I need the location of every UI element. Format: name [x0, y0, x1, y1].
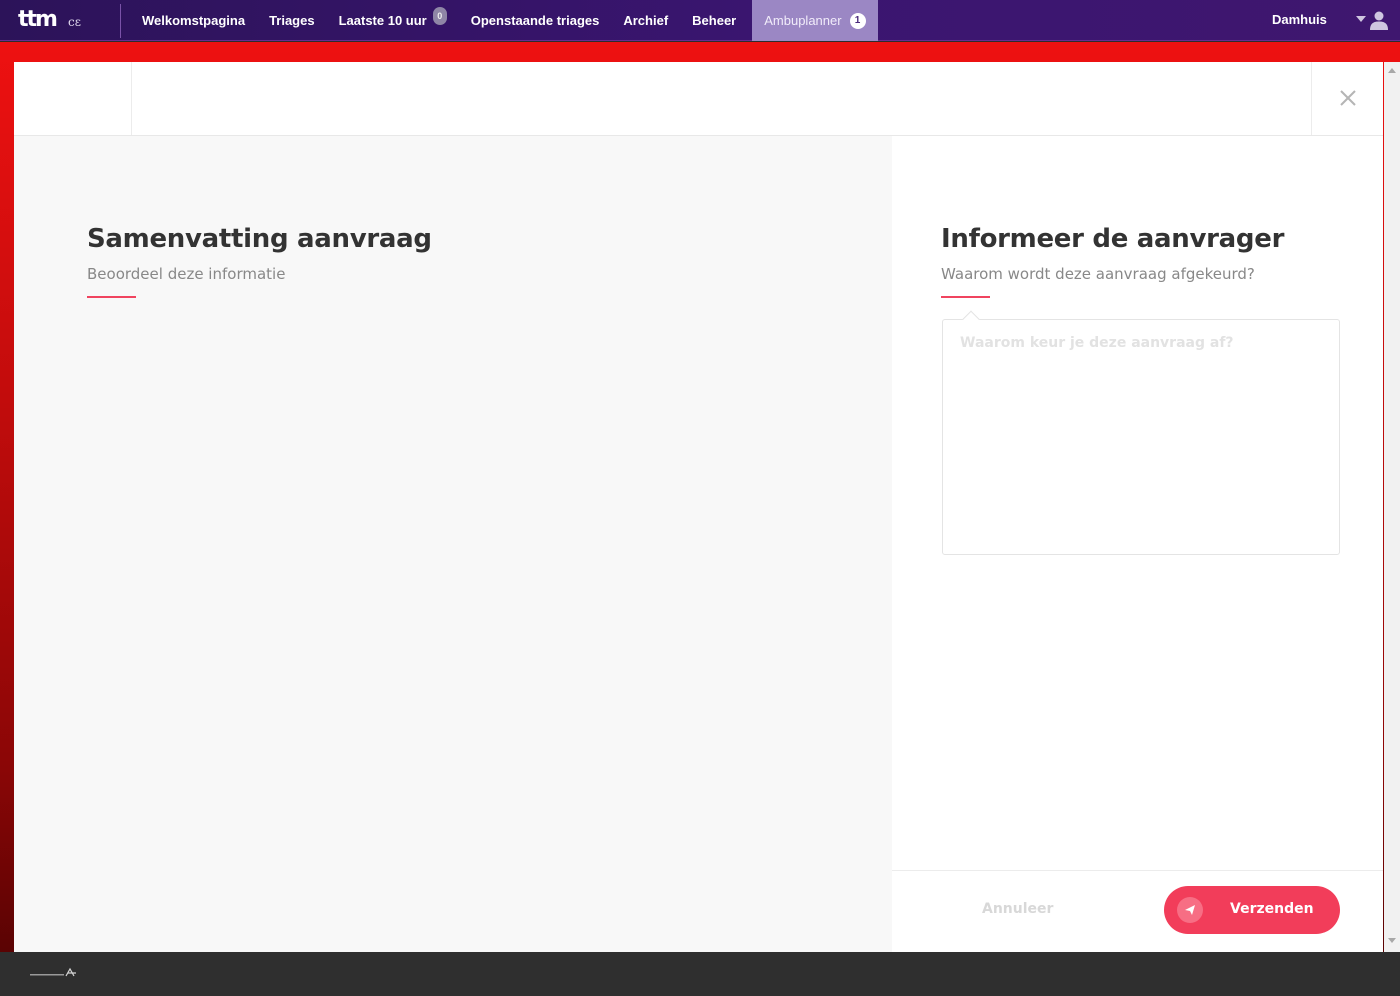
summary-accent-line	[87, 296, 136, 298]
nav-item-label: Triages	[269, 13, 315, 28]
bottom-footer	[0, 952, 1400, 996]
chevron-down-icon[interactable]	[1356, 16, 1366, 22]
summary-pane: Samenvatting aanvraag Beoordeel deze inf…	[14, 136, 892, 952]
user-menu-name[interactable]: Damhuis	[1272, 12, 1327, 27]
nav-item-ambuplanner[interactable]: Ambuplanner 1	[752, 0, 878, 41]
header-left-cell	[14, 62, 132, 135]
send-icon-circle	[1177, 897, 1203, 923]
nav-divider	[120, 4, 121, 38]
powered-by-logo	[30, 967, 76, 977]
nav-item-welkomstpagina[interactable]: Welkomstpagina	[130, 0, 257, 41]
reason-field	[942, 310, 1340, 555]
nav-item-openstaande-triages[interactable]: Openstaande triages	[459, 0, 612, 41]
nav-item-archief[interactable]: Archief	[611, 0, 680, 41]
send-button-label: Verzenden	[1230, 901, 1314, 917]
vertical-scrollbar[interactable]	[1384, 62, 1400, 952]
nav-item-label: Beheer	[692, 13, 737, 28]
inform-accent-line	[941, 296, 990, 298]
nav-item-beheer[interactable]: Beheer	[680, 0, 748, 41]
scroll-up-arrow-icon[interactable]	[1388, 68, 1396, 73]
inform-subtitle: Waarom wordt deze aanvraag afgekeurd?	[941, 265, 1255, 283]
scroll-down-arrow-icon[interactable]	[1388, 938, 1396, 943]
summary-subtitle: Beoordeel deze informatie	[87, 265, 286, 283]
reason-textarea[interactable]	[943, 320, 1339, 554]
main-nav: Welkomstpagina Triages Laatste 10 uur 0 …	[130, 0, 878, 41]
cancel-button[interactable]: Annuleer	[982, 901, 1053, 917]
app-logo[interactable]: ttm cε	[18, 7, 118, 35]
nav-item-label: Laatste 10 uur	[338, 13, 427, 28]
send-button[interactable]: Verzenden	[1164, 886, 1340, 934]
nav-item-triages[interactable]: Triages	[257, 0, 327, 41]
count-badge: 1	[849, 12, 866, 29]
modal-footer: Annuleer Verzenden	[892, 870, 1383, 952]
nav-item-label: Openstaande triages	[470, 13, 600, 28]
nav-item-label: Archief	[623, 13, 669, 28]
nav-item-label: Welkomstpagina	[142, 13, 246, 28]
user-icon[interactable]	[1369, 10, 1389, 30]
nav-item-laatste-10-uur[interactable]: Laatste 10 uur 0	[327, 0, 459, 41]
count-badge: 0	[432, 6, 447, 25]
summary-title: Samenvatting aanvraag	[87, 224, 432, 254]
close-icon[interactable]	[1336, 86, 1360, 110]
paper-plane-icon	[1185, 905, 1195, 915]
inform-pane: Informeer de aanvrager Waarom wordt deze…	[892, 136, 1383, 952]
ce-mark: cε	[68, 15, 81, 29]
inform-title: Informeer de aanvrager	[941, 224, 1285, 254]
nav-item-label: Ambuplanner	[764, 13, 842, 28]
top-navigation-bar: ttm cε Welkomstpagina Triages Laatste 10…	[0, 0, 1400, 41]
reject-request-modal: Samenvatting aanvraag Beoordeel deze inf…	[14, 62, 1383, 952]
modal-header	[14, 62, 1383, 136]
logo-text: ttm	[18, 7, 58, 32]
